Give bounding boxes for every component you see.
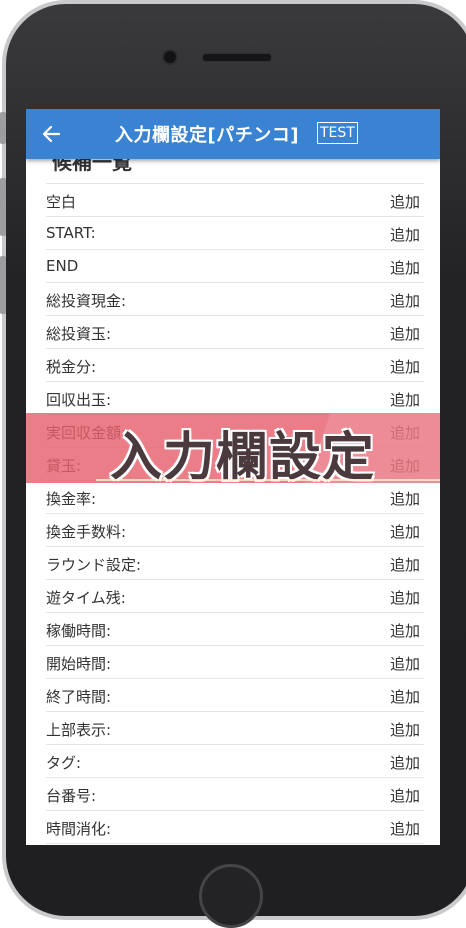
- volume-up-button: [0, 178, 6, 236]
- test-badge: TEST: [317, 122, 358, 144]
- list-item-label: 時間消化:: [46, 820, 112, 838]
- list-item: START: 追加: [46, 217, 424, 250]
- home-button[interactable]: [199, 864, 263, 928]
- list-item: 空白 追加: [46, 184, 424, 217]
- list-item-label: 遊タイム残:: [46, 589, 126, 607]
- list-item: 上部表示: 追加: [46, 712, 424, 745]
- list-item: 稼働時間: 追加: [46, 613, 424, 646]
- add-button[interactable]: 追加: [390, 719, 420, 740]
- add-button[interactable]: 追加: [390, 554, 420, 575]
- list-item: 開始時間: 追加: [46, 646, 424, 679]
- list-item: 税金分: 追加: [46, 349, 424, 382]
- page-title: 入力欄設定[パチンコ]: [115, 125, 299, 146]
- list-item: ラウンド設定: 追加: [46, 547, 424, 580]
- list-item: 換金手数料: 追加: [46, 514, 424, 547]
- add-button[interactable]: 追加: [390, 191, 420, 212]
- front-camera: [162, 49, 178, 65]
- arrow-left-icon[interactable]: [40, 123, 62, 145]
- list-item-label: 換金手数料:: [46, 523, 127, 541]
- phone-frame: 入力欄設定[パチンコ] TEST 候補一覧 空白 追加 START: 追加 END 追加総…: [0, 0, 466, 928]
- add-button[interactable]: 追加: [390, 488, 420, 509]
- banner-title: 入力欄設定: [109, 427, 376, 483]
- add-button[interactable]: 追加: [390, 653, 420, 674]
- list-item-label: 総投資現金:: [46, 292, 127, 310]
- list-item-label: END: [46, 257, 79, 275]
- add-button[interactable]: 追加: [390, 389, 420, 410]
- list-item-label: 税金分:: [46, 358, 97, 376]
- add-button[interactable]: 追加: [390, 587, 420, 608]
- add-button[interactable]: 追加: [390, 257, 420, 278]
- app-bar: 入力欄設定[パチンコ] TEST: [26, 109, 440, 159]
- list-item: 換金率: 追加: [46, 481, 424, 514]
- list-item: END 追加: [46, 250, 424, 283]
- add-button[interactable]: 追加: [390, 290, 420, 311]
- list-item: 回収出玉: 追加: [46, 382, 424, 415]
- list-item-label: 換金率:: [46, 490, 97, 508]
- mute-switch: [0, 112, 6, 144]
- list-item: 総投資現金: 追加: [46, 283, 424, 316]
- volume-down-button: [0, 256, 6, 314]
- banner-underline: [96, 479, 440, 481]
- add-button[interactable]: 追加: [390, 224, 420, 245]
- earpiece-speaker: [202, 53, 272, 62]
- list-item: 総投資玉: 追加: [46, 316, 424, 349]
- section-title-text: 候補一覧: [52, 159, 132, 174]
- list-item: 遊タイム残: 追加: [46, 580, 424, 613]
- list-item: 時間消化: 追加: [46, 811, 424, 844]
- list-item-label: 稼働時間:: [46, 622, 112, 640]
- add-button[interactable]: 追加: [390, 785, 420, 806]
- list-item-label: 回収出玉:: [46, 391, 112, 409]
- add-button[interactable]: 追加: [390, 521, 420, 542]
- list-item-label: 台番号:: [46, 787, 97, 805]
- list-item-label: ラウンド設定:: [46, 556, 142, 574]
- section-title: 候補一覧: [46, 159, 424, 184]
- banner-overlay: 入力欄設定: [26, 413, 440, 483]
- candidate-list: 候補一覧 空白 追加 START: 追加 END 追加 総投資現金: 追加 総投資玉: 追加 税金分…: [46, 159, 424, 844]
- list-item-label: 上部表示:: [46, 721, 112, 739]
- list-item-label: 開始時間:: [46, 655, 112, 673]
- list-item-label: 空白: [46, 193, 77, 211]
- add-button[interactable]: 追加: [390, 356, 420, 377]
- list-item-label: START:: [46, 224, 96, 242]
- list-item-label: 総投資玉:: [46, 325, 112, 343]
- list-item: タグ: 追加: [46, 745, 424, 778]
- list-item: 台番号: 追加: [46, 778, 424, 811]
- list-item-label: 終了時間:: [46, 688, 112, 706]
- add-button[interactable]: 追加: [390, 752, 420, 773]
- add-button[interactable]: 追加: [390, 818, 420, 839]
- add-button[interactable]: 追加: [390, 686, 420, 707]
- list-item-label: タグ:: [46, 754, 82, 772]
- list-item: 終了時間: 追加: [46, 679, 424, 712]
- add-button[interactable]: 追加: [390, 620, 420, 641]
- add-button[interactable]: 追加: [390, 323, 420, 344]
